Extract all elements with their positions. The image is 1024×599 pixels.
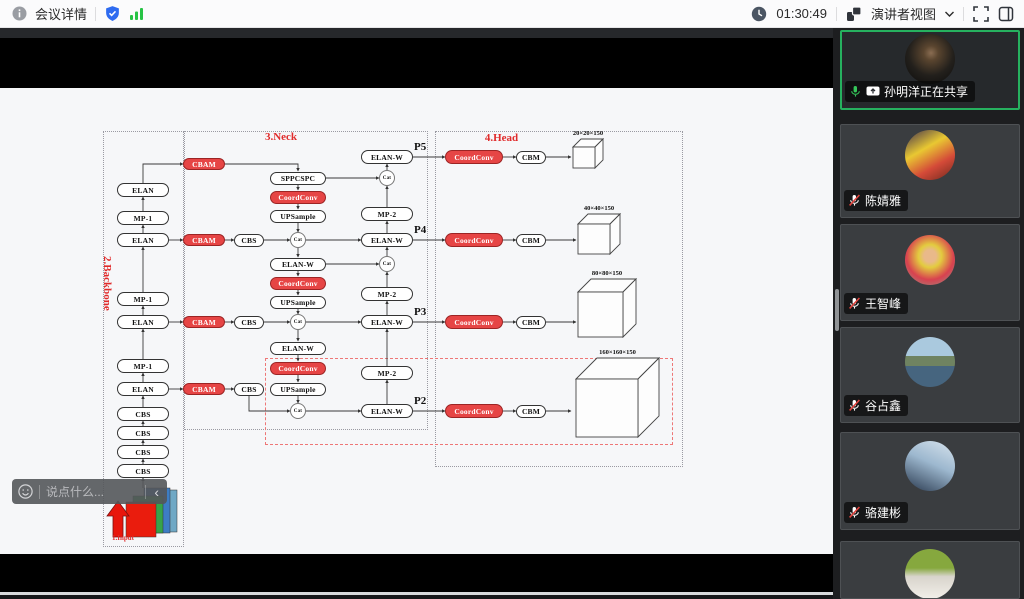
participant-tile[interactable]: 骆建彬 [840, 432, 1020, 530]
avatar-mountain-lake [905, 337, 955, 387]
security-shield-icon[interactable] [104, 5, 121, 22]
avatar-cat-green-hat [905, 549, 955, 599]
participant-name: 陈婧雅 [865, 192, 901, 209]
participant-name-badge: 孙明洋正在共享 [845, 81, 975, 102]
emoji-icon[interactable] [18, 484, 33, 499]
avatar-kid-yellow-shirt [905, 235, 955, 285]
participant-name: 骆建彬 [865, 504, 901, 521]
chat-divider [145, 485, 146, 499]
layout-view-icon [846, 6, 862, 22]
participant-name: 谷占鑫 [865, 397, 901, 414]
participant-name-badge: 王智峰 [844, 293, 908, 314]
participant-name: 孙明洋正在共享 [884, 83, 968, 100]
mic-muted-icon [848, 399, 861, 412]
chevron-down-icon[interactable] [945, 11, 954, 17]
topbar: 会议详情 01:30:49 演讲者视图 [0, 0, 1024, 28]
participant-name-badge: 骆建彬 [844, 502, 908, 523]
fullscreen-icon[interactable] [973, 6, 989, 22]
participant-name-badge: 陈婧雅 [844, 190, 908, 211]
participant-name-badge: 谷占鑫 [844, 395, 908, 416]
participant-tile[interactable]: 谷占鑫 [840, 327, 1020, 423]
participants-sidebar: 孙明洋正在共享陈婧雅王智峰谷占鑫骆建彬 [833, 28, 1024, 599]
stage-bottom-strip [0, 595, 833, 599]
avatar-portrait-man [905, 34, 955, 84]
participant-tile[interactable]: 陈婧雅 [840, 124, 1020, 218]
participants-scrollbar[interactable] [835, 289, 839, 331]
meeting-duration: 01:30:49 [776, 6, 827, 21]
participant-tile[interactable]: 王智峰 [840, 224, 1020, 321]
avatar-person-sky [905, 441, 955, 491]
topbar-divider [836, 7, 837, 21]
screen-share-icon [866, 86, 880, 97]
mic-muted-icon [848, 194, 861, 207]
participant-tile[interactable]: 孙明洋正在共享 [840, 30, 1020, 110]
chat-divider [39, 485, 40, 499]
meeting-details-button[interactable]: 会议详情 [35, 4, 87, 23]
network-signal-icon [129, 7, 145, 21]
participant-name: 王智峰 [865, 295, 901, 312]
mic-on-icon [849, 85, 862, 98]
info-icon [12, 6, 27, 21]
avatar-cartoon-yellow-hood [905, 130, 955, 180]
mic-muted-icon [848, 506, 861, 519]
shared-screen-stage [0, 28, 833, 599]
chat-bar[interactable]: 说点什么... ‹ [12, 479, 167, 504]
topbar-divider [963, 7, 964, 21]
view-mode-button[interactable]: 演讲者视图 [871, 4, 936, 23]
mic-muted-icon [848, 297, 861, 310]
chat-collapse-button[interactable]: ‹ [152, 485, 161, 499]
participant-tile[interactable] [840, 541, 1020, 599]
stage-letterbox-top [0, 28, 833, 38]
clock-icon [751, 6, 767, 22]
side-panel-toggle-icon[interactable] [998, 6, 1014, 22]
topbar-divider [95, 7, 96, 21]
chat-input[interactable]: 说点什么... [46, 483, 139, 500]
